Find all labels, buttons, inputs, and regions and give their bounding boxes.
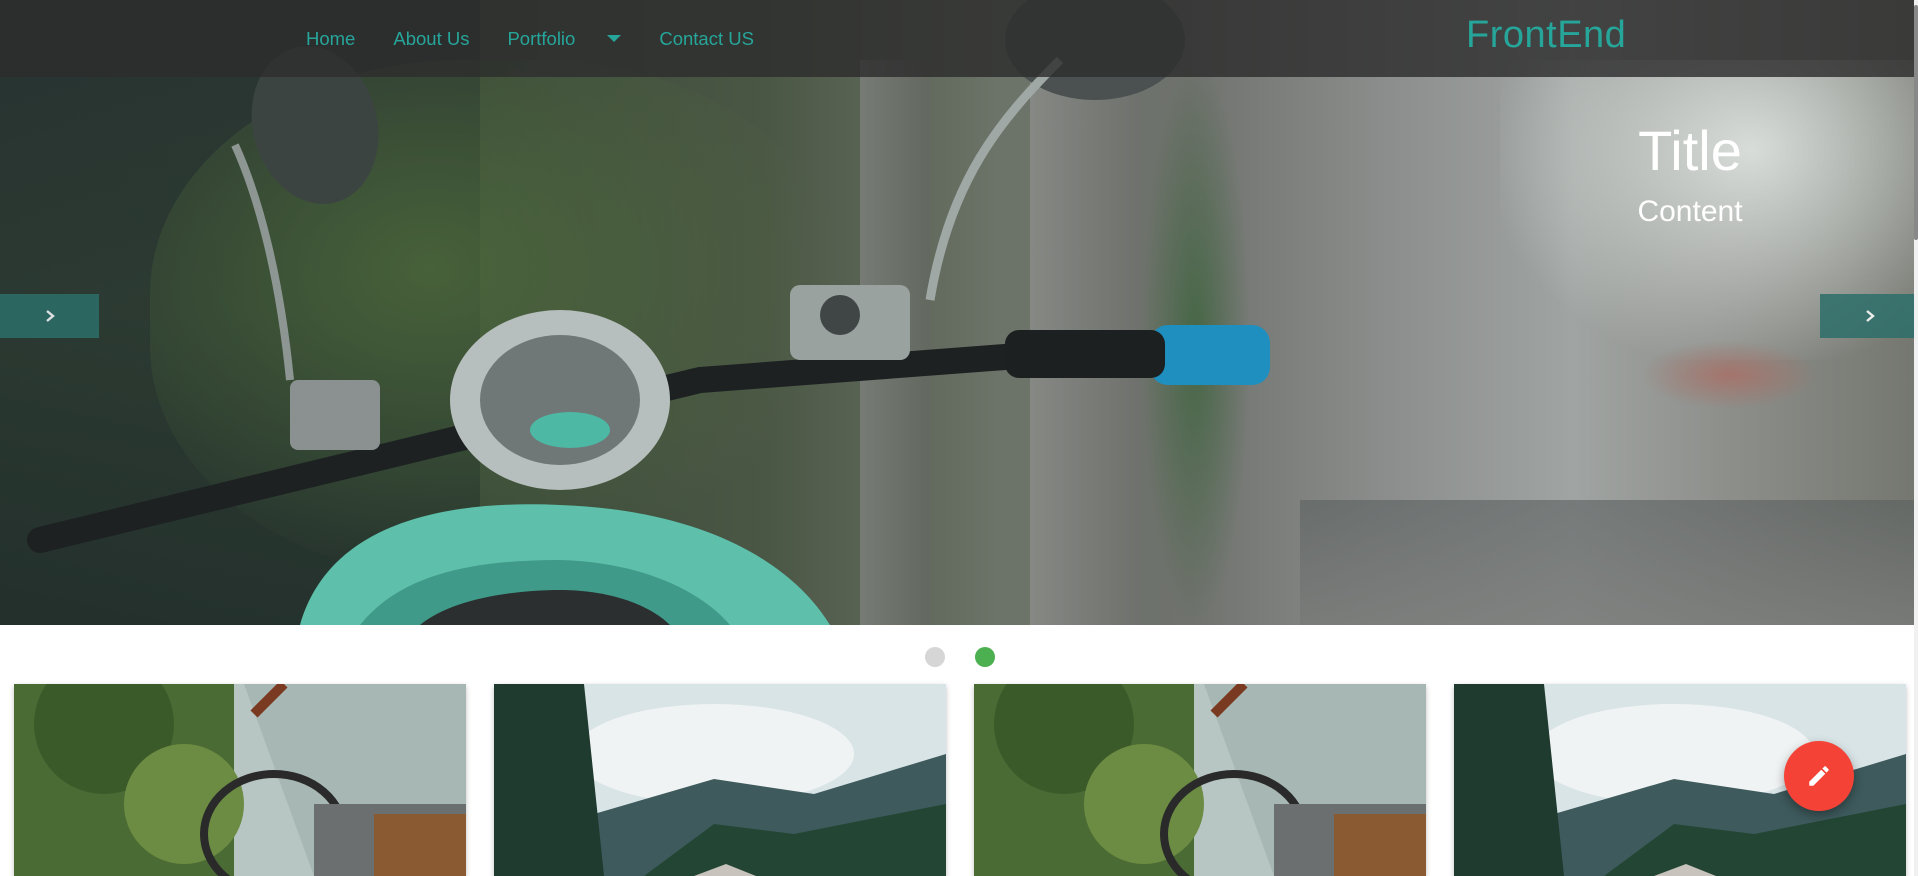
nav-home-link[interactable]: Home [306, 28, 355, 50]
portfolio-card[interactable] [974, 684, 1426, 876]
page-scrollbar-thumb[interactable] [1914, 5, 1918, 240]
nav-links: Home About Us Portfolio Contact US [306, 0, 792, 77]
hero-slider [0, 0, 1918, 625]
card-image-mountains [494, 684, 946, 876]
card-image-truck-interior [14, 684, 466, 876]
portfolio-card[interactable] [14, 684, 466, 876]
page-scrollbar[interactable] [1914, 0, 1918, 876]
slider-indicators [925, 647, 1025, 667]
card-image-truck-interior [974, 684, 1426, 876]
portfolio-card[interactable] [494, 684, 946, 876]
slider-indicator-dot-active[interactable] [975, 647, 995, 667]
top-navbar: Home About Us Portfolio Contact US Front… [0, 0, 1918, 77]
slider-prev-button[interactable] [0, 294, 99, 338]
nav-about-link[interactable]: About Us [393, 28, 469, 50]
slide-caption: Title Content [1500, 118, 1820, 229]
edit-pencil-icon [1809, 766, 1829, 786]
chevron-right-icon [1865, 310, 1875, 322]
nav-portfolio-label: Portfolio [507, 27, 576, 49]
chevron-right-icon [45, 310, 55, 322]
scooter-image [27, 0, 1270, 625]
nav-contact-link[interactable]: Contact US [659, 28, 754, 50]
slide-caption-title: Title [1638, 119, 1742, 182]
caret-down-icon [607, 35, 622, 42]
slider-next-button[interactable] [1820, 294, 1918, 338]
brand-logo[interactable]: FrontEnd [1466, 14, 1626, 57]
slider-indicator-dot[interactable] [925, 647, 945, 667]
slide-caption-content: Content [1637, 195, 1743, 228]
edit-fab-button[interactable] [1784, 741, 1854, 811]
nav-portfolio-dropdown[interactable]: Portfolio [507, 27, 622, 50]
